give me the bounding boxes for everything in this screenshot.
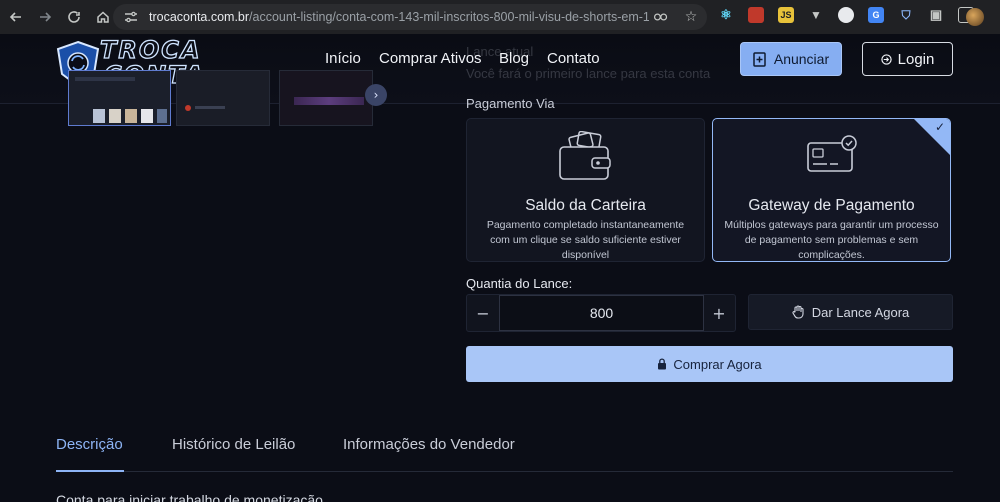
translate-icon[interactable]: G bbox=[868, 7, 884, 23]
back-icon[interactable] bbox=[3, 4, 29, 30]
nav-comprar-ativos[interactable]: Comprar Ativos bbox=[379, 50, 482, 67]
wallet-title: Saldo da Carteira bbox=[525, 197, 646, 214]
bookmark-star-icon[interactable]: ☆ bbox=[683, 8, 699, 26]
payment-card-icon bbox=[806, 135, 857, 172]
add-document-icon bbox=[753, 51, 766, 67]
login-button[interactable]: Login bbox=[862, 42, 953, 76]
wallet-description: Pagamento completado instantaneamente co… bbox=[486, 219, 685, 261]
listing-tabs: Descrição Histórico de Leilão Informaçõe… bbox=[56, 434, 953, 472]
tab-descricao[interactable]: Descrição bbox=[56, 436, 123, 453]
tab-informacoes-vendedor[interactable]: Informações do Vendedor bbox=[343, 436, 515, 453]
payment-option-wallet[interactable]: Saldo da Carteira Pagamento completado i… bbox=[466, 118, 705, 262]
logo-text-top: TROCA bbox=[99, 35, 202, 64]
browser-toolbar: trocaconta.com.br/account-listing/conta-… bbox=[0, 0, 1000, 34]
anunciar-label: Anunciar bbox=[773, 51, 830, 67]
decrease-button[interactable]: − bbox=[467, 295, 499, 331]
place-bid-label: Dar Lance Agora bbox=[811, 304, 910, 320]
buy-now-label: Comprar Agora bbox=[673, 356, 762, 372]
url-text[interactable]: trocaconta.com.br/account-listing/conta-… bbox=[149, 10, 649, 24]
place-bid-button[interactable]: Dar Lance Agora bbox=[748, 294, 953, 330]
nav-contato[interactable]: Contato bbox=[547, 50, 600, 67]
thumbnail-next-button[interactable]: › bbox=[365, 84, 387, 106]
description-text: Conta para iniciar trabalho de monetizaç… bbox=[56, 492, 323, 502]
bid-amount-label: Quantia do Lance: bbox=[466, 276, 573, 291]
reload-icon[interactable] bbox=[61, 4, 87, 30]
extension-js-icon[interactable]: JS bbox=[778, 7, 794, 23]
site-settings-icon[interactable] bbox=[123, 8, 141, 26]
gallery-thumbnail[interactable] bbox=[279, 70, 373, 126]
gallery-thumbnail[interactable] bbox=[68, 70, 171, 126]
profile-avatar[interactable] bbox=[966, 8, 984, 26]
gateway-description: Múltiplos gateways para garantir um proc… bbox=[724, 219, 939, 261]
active-tab-indicator bbox=[56, 470, 124, 472]
tab-historico-leilao[interactable]: Histórico de Leilão bbox=[172, 436, 295, 453]
extensions-puzzle-icon[interactable]: ▣ bbox=[928, 7, 944, 23]
address-bar[interactable]: trocaconta.com.br/account-listing/conta-… bbox=[113, 4, 707, 30]
lock-icon bbox=[658, 358, 667, 370]
password-key-icon[interactable] bbox=[653, 8, 669, 26]
gateway-title: Gateway de Pagamento bbox=[748, 197, 915, 214]
nav-inicio[interactable]: Início bbox=[325, 50, 361, 67]
shield-extension-icon[interactable]: ⛉ bbox=[898, 7, 914, 23]
hand-icon bbox=[792, 305, 804, 319]
bid-amount-stepper: − + bbox=[466, 294, 736, 332]
payment-method-label: Pagamento Via bbox=[466, 96, 555, 111]
login-icon bbox=[880, 53, 892, 65]
extension-circle-icon[interactable] bbox=[838, 7, 854, 23]
extension-red-icon[interactable] bbox=[748, 7, 764, 23]
wallet-icon bbox=[558, 131, 611, 180]
react-devtools-icon[interactable]: ⚛ bbox=[718, 7, 734, 23]
nav-blog[interactable]: Blog bbox=[499, 50, 529, 67]
first-bid-note: Você fará o primeiro lance para esta con… bbox=[466, 66, 711, 81]
increase-button[interactable]: + bbox=[703, 295, 735, 331]
extension-v-icon[interactable]: ▼ bbox=[808, 7, 824, 23]
login-label: Login bbox=[897, 50, 935, 68]
gallery-thumbnail[interactable] bbox=[176, 70, 270, 126]
buy-now-button[interactable]: Comprar Agora bbox=[466, 346, 953, 382]
check-icon: ✓ bbox=[934, 120, 945, 134]
chevron-right-icon: › bbox=[373, 88, 379, 102]
forward-icon[interactable] bbox=[32, 4, 58, 30]
payment-option-gateway[interactable]: ✓ Gateway de Pagamento Múltiplos gateway… bbox=[712, 118, 951, 262]
anunciar-button[interactable]: Anunciar bbox=[740, 42, 842, 76]
bid-amount-input[interactable] bbox=[499, 295, 704, 331]
